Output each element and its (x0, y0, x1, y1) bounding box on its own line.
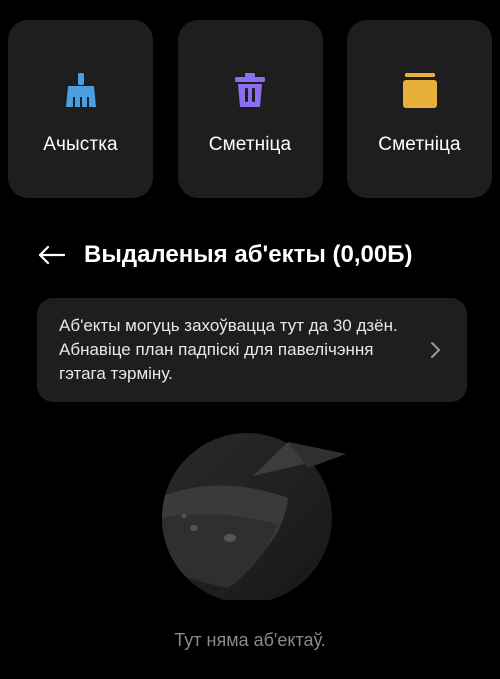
trash-tile[interactable]: Сметніца (177, 20, 323, 198)
arrow-left-icon (38, 245, 65, 265)
notice-text: Аб'екты могуць захоўвацца тут да 30 дзён… (59, 316, 398, 383)
chevron-right-icon (431, 342, 440, 358)
trash-label-2: Сметніца (378, 134, 461, 155)
empty-state-text: Тут няма аб'ектаў. (174, 630, 326, 650)
retention-notice[interactable]: Аб'екты могуць захоўвацца тут да 30 дзён… (37, 298, 467, 402)
cleanup-tile[interactable]: Ачыстка (8, 20, 153, 198)
cleanup-label: Ачыстка (43, 134, 118, 155)
broom-icon (61, 70, 101, 110)
page-header: Выдаленыя аб'екты (0,00Б) (36, 232, 412, 278)
box-icon (400, 70, 440, 110)
page-title: Выдаленыя аб'екты (0,00Б) (84, 241, 413, 268)
back-button[interactable] (36, 240, 66, 270)
trash-tile-2[interactable]: Сметніца (347, 20, 492, 198)
quick-actions: Ачыстка Сметніца Сметніца (8, 20, 492, 198)
planet-paper-plane-illustration (162, 433, 346, 600)
trash-label: Сметніца (208, 134, 292, 155)
trash-icon (230, 70, 270, 110)
